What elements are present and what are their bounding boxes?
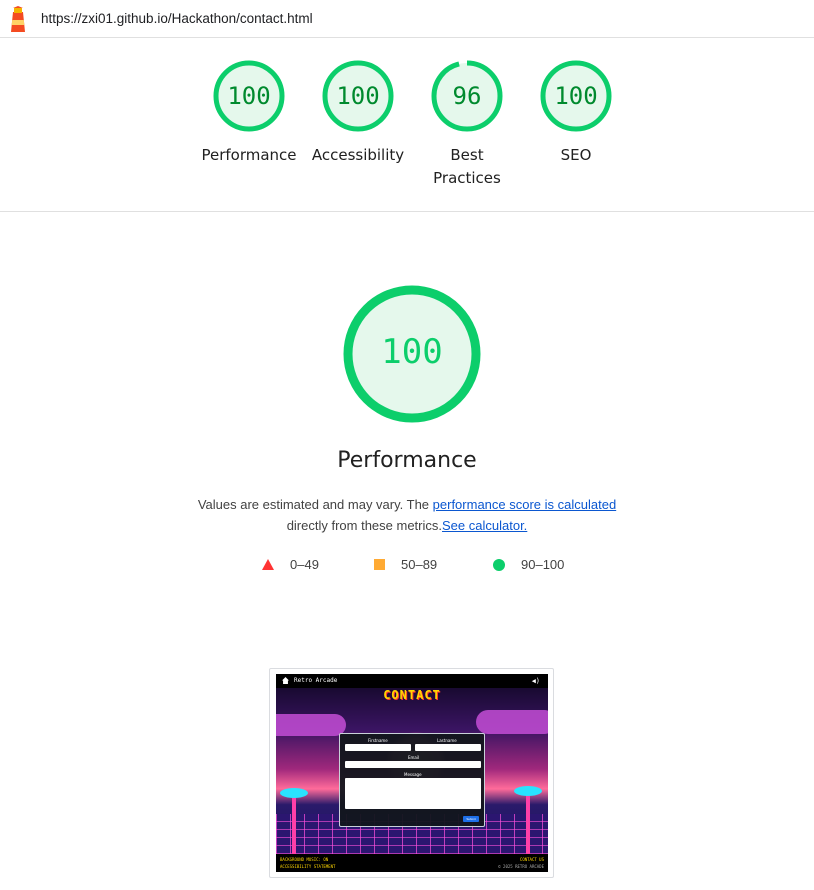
performance-title: Performance (337, 448, 477, 473)
speaker-icon: ◀) (531, 677, 540, 685)
report-url[interactable]: https://zxi01.github.io/Hackathon/contac… (41, 11, 313, 26)
screenshot-contact-form: Firstname Lastname Email Message Submit (339, 733, 485, 827)
gauge-accessibility[interactable]: 100 Accessibility (303, 60, 413, 167)
palm-frond-graphic (280, 788, 308, 798)
legend-average: 50–89 (374, 557, 437, 572)
legend-range: 0–49 (290, 557, 319, 572)
average-square-icon (374, 559, 385, 570)
gauge-label: Best Practices (433, 146, 501, 187)
screenshot-navbar: Retro Arcade ◀) (276, 674, 548, 688)
gauge-score: 100 (336, 82, 380, 110)
final-screenshot[interactable]: Retro Arcade ◀) CONTACT Firstname Lastna… (269, 668, 554, 878)
cloud-graphic (276, 714, 346, 736)
gauge-score: 96 (452, 82, 482, 110)
email-label: Email (408, 755, 420, 760)
submit-button: Submit (463, 816, 479, 822)
screenshot-thumbnail: Retro Arcade ◀) CONTACT Firstname Lastna… (276, 674, 548, 872)
gauge-performance[interactable]: 100 Performance (194, 60, 304, 167)
legend-fail: 0–49 (262, 557, 319, 572)
footer-copyright-text: © 2025 RETRO ARCADE (498, 864, 544, 869)
see-calculator-link[interactable]: See calculator. (442, 518, 527, 533)
footer-contact-text: CONTACT US (519, 857, 544, 862)
lastname-field (415, 744, 481, 751)
palm-tree-graphic (526, 792, 530, 854)
fail-triangle-icon (262, 559, 274, 570)
lastname-label: Lastname (437, 738, 457, 743)
desc-text: Values are estimated and may vary. The (197, 497, 433, 512)
gauge-score: 100 (554, 82, 598, 110)
gauge-label: Accessibility (311, 146, 405, 164)
screenshot-footer: BACKGROUND MUSIC: ON ACCESSIBILITY STATE… (276, 854, 548, 872)
score-legend: 0–49 50–89 90–100 (0, 557, 814, 575)
gauge-best-practices[interactable]: 96 Best Practices (412, 60, 522, 190)
home-icon (282, 677, 289, 684)
performance-gauge: 100 (342, 284, 482, 424)
cloud-graphic (476, 710, 548, 734)
gauge-seo[interactable]: 100 SEO (521, 60, 631, 167)
gauge-score: 100 (227, 82, 271, 110)
screenshot-page-title: CONTACT (383, 688, 441, 702)
firstname-field (345, 744, 411, 751)
legend-pass: 90–100 (493, 557, 564, 572)
footer-accessibility-text: ACCESSIBILITY STATEMENT (280, 864, 336, 869)
gauge-label: SEO (560, 146, 592, 164)
summary-gauges: 100 Performance 100 Accessibility 96 Bes… (0, 38, 814, 212)
firstname-label: Firstname (368, 738, 388, 743)
message-field (345, 778, 481, 809)
desc-text-2: directly from these metrics. (286, 518, 443, 533)
palm-frond-graphic (514, 786, 542, 796)
footer-music-text: BACKGROUND MUSIC: ON (280, 857, 329, 862)
legend-range: 50–89 (401, 557, 438, 572)
performance-score: 100 (381, 332, 443, 372)
pass-circle-icon (493, 558, 505, 571)
performance-description: Values are estimated and may vary. The p… (0, 494, 814, 536)
report-header: https://zxi01.github.io/Hackathon/contac… (0, 0, 814, 38)
legend-range: 90–100 (521, 557, 565, 572)
palm-tree-graphic (292, 794, 296, 854)
lighthouse-logo-icon (11, 6, 25, 32)
screenshot-nav-title: Retro Arcade (294, 677, 338, 684)
score-calculated-link[interactable]: performance score is calculated (433, 497, 617, 512)
email-field (345, 761, 481, 768)
gauge-label: Performance (201, 146, 297, 164)
message-label: Message (404, 772, 422, 777)
